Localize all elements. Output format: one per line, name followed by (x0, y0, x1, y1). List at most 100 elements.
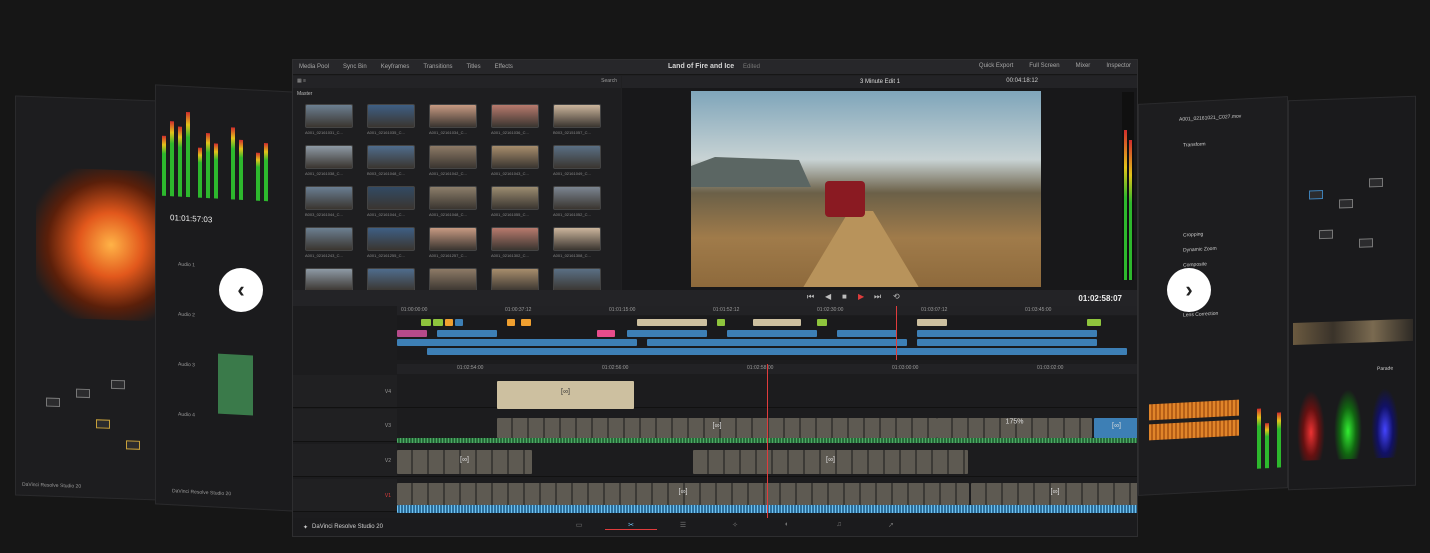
mini-clip[interactable] (521, 319, 531, 326)
inspector-button[interactable]: Inspector (1106, 63, 1131, 69)
inspector-section: Dynamic Zoom (1183, 245, 1217, 254)
mini-clip[interactable] (647, 339, 907, 346)
quick-export-button[interactable]: Quick Export (979, 63, 1013, 69)
clip-thumbnail[interactable] (553, 186, 601, 210)
deliver-page-icon[interactable]: ➚ (865, 521, 917, 530)
mini-clip[interactable] (507, 319, 515, 326)
video-clip[interactable]: [∞] (693, 450, 968, 474)
clip-thumbnail[interactable] (553, 104, 601, 128)
mixer-button[interactable]: Mixer (1076, 63, 1091, 69)
video-clip[interactable]: [∞] (397, 483, 969, 505)
car-image (825, 181, 865, 217)
ruler-tick-label: 01:03:45:00 (1025, 307, 1052, 313)
clip-thumbnail[interactable] (367, 227, 415, 251)
track-header-v1[interactable]: V1 (293, 479, 397, 512)
chevron-right-icon[interactable]: › (1167, 268, 1211, 312)
mini-clip[interactable] (597, 330, 615, 337)
playhead[interactable] (767, 364, 768, 520)
cut-page-icon[interactable]: ✂ (605, 521, 657, 530)
clip-thumbnail[interactable] (429, 145, 477, 169)
mini-clip[interactable] (433, 319, 443, 326)
scope-blue (1371, 387, 1399, 459)
mini-clip[interactable] (837, 330, 897, 337)
loop-icon[interactable]: ⟲ (893, 292, 900, 301)
media-pool-button[interactable]: Media Pool (299, 64, 329, 70)
video-clip[interactable]: [∞] (971, 483, 1137, 505)
video-clip[interactable]: 175% (937, 418, 1092, 438)
play-icon[interactable]: ▶ (858, 292, 864, 301)
clip-thumbnail[interactable] (367, 268, 415, 292)
skip-start-icon[interactable]: ⏮ (807, 292, 814, 302)
mini-clip[interactable] (917, 319, 947, 326)
fairlight-page-icon[interactable]: ♫ (813, 521, 865, 530)
clip-thumbnail[interactable] (553, 227, 601, 251)
clip-thumbnail[interactable] (305, 227, 353, 251)
clip-thumbnail[interactable] (491, 227, 539, 251)
timeline-name-dropdown[interactable]: 3 Minute Edit 1 (860, 79, 900, 85)
clip-thumbnail[interactable] (305, 104, 353, 128)
full-screen-button[interactable]: Full Screen (1029, 63, 1059, 69)
mini-clip[interactable] (727, 330, 817, 337)
track-header-v2[interactable]: V2 (293, 444, 397, 477)
mini-clip[interactable] (455, 319, 463, 326)
edit-page-icon[interactable]: ☰ (657, 521, 709, 530)
mini-clip[interactable] (397, 339, 637, 346)
mini-clip[interactable] (397, 330, 427, 337)
mini-clip[interactable] (637, 319, 707, 326)
node (1309, 190, 1323, 200)
keyframes-button[interactable]: Keyframes (381, 64, 410, 70)
mini-clip[interactable] (817, 319, 827, 326)
upper-playhead[interactable] (896, 306, 897, 360)
transitions-button[interactable]: Transitions (423, 64, 452, 70)
mini-clip[interactable] (917, 330, 1097, 337)
search-field[interactable]: Search (601, 78, 617, 86)
media-page-icon[interactable]: ▭ (553, 521, 605, 530)
video-clip[interactable]: [∞] (1094, 418, 1137, 438)
clip-thumbnail[interactable] (491, 186, 539, 210)
clip-thumbnail[interactable] (491, 268, 539, 292)
chevron-left-icon[interactable]: ‹ (219, 268, 263, 312)
clip-thumbnail[interactable] (491, 104, 539, 128)
mini-clip[interactable] (1087, 319, 1101, 326)
clip-thumbnail[interactable] (491, 145, 539, 169)
bin-name[interactable]: Master (293, 88, 621, 100)
mini-clip[interactable] (437, 330, 497, 337)
title-clip[interactable]: [∞] (497, 381, 634, 409)
ruler-tick-label: 01:02:30:00 (817, 307, 844, 313)
clip-thumbnail[interactable] (305, 186, 353, 210)
video-clip[interactable]: [∞] (497, 418, 937, 438)
clip-thumbnail[interactable] (367, 186, 415, 210)
video-clip[interactable]: [∞] (397, 450, 532, 474)
stop-icon[interactable]: ■ (842, 292, 847, 301)
mini-clip[interactable] (753, 319, 801, 326)
clip-thumbnail[interactable] (429, 227, 477, 251)
track-header-v3[interactable]: V3 (293, 409, 397, 442)
color-page-icon[interactable]: ◐ (761, 521, 813, 530)
node (126, 440, 140, 450)
mini-clip[interactable] (917, 339, 1097, 346)
fusion-page-icon[interactable]: ✧ (709, 521, 761, 530)
clip-thumbnail[interactable] (367, 104, 415, 128)
clip-thumbnail[interactable] (553, 268, 601, 292)
mini-clip[interactable] (445, 319, 453, 326)
mini-clip[interactable] (427, 348, 1127, 355)
track-header-v4[interactable]: V4 (293, 375, 397, 408)
sync-bin-button[interactable]: Sync Bin (343, 64, 367, 70)
clip-thumbnail[interactable] (305, 268, 353, 292)
clip-thumbnail[interactable] (429, 268, 477, 292)
mini-clip[interactable] (627, 330, 707, 337)
view-options-icon[interactable]: ▦ ≡ (297, 78, 306, 86)
mini-clip[interactable] (717, 319, 725, 326)
clip-thumbnail[interactable] (305, 145, 353, 169)
clip-thumbnail[interactable] (367, 145, 415, 169)
clip-thumbnail[interactable] (429, 104, 477, 128)
upper-timeline-ruler[interactable]: 01:00:00:00 01:00:37:12 01:01:15:00 01:01:5… (397, 306, 1137, 315)
reverse-play-icon[interactable]: ◀ (825, 292, 831, 301)
clip-thumbnail[interactable] (429, 186, 477, 210)
track-label: Audio 2 (178, 311, 195, 319)
effects-button[interactable]: Effects (495, 64, 513, 70)
skip-end-icon[interactable]: ⏭ (874, 292, 881, 302)
titles-button[interactable]: Titles (467, 64, 481, 70)
clip-thumbnail[interactable] (553, 145, 601, 169)
mini-clip[interactable] (421, 319, 431, 326)
